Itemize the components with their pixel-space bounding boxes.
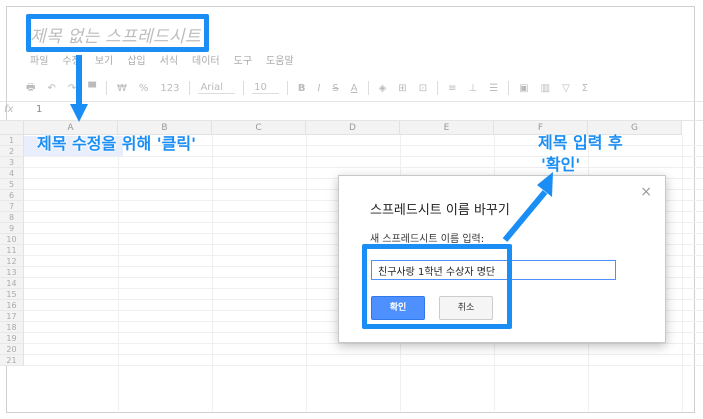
row-header[interactable]: 1 [0,135,24,146]
align-vertical-icon[interactable]: ⊥ [466,83,479,94]
row-header[interactable]: 19 [0,333,24,344]
toolbar-divider [243,81,245,95]
percent-button[interactable]: % [137,83,151,94]
fx-icon: fx [4,104,14,115]
annotation-confirm: '확인' [541,155,581,174]
row-header[interactable]: 8 [0,212,24,223]
functions-button[interactable]: Σ [580,83,590,94]
row-header[interactable]: 16 [0,300,24,311]
grid-row-line [24,343,703,344]
menu-help[interactable]: 도움말 [266,52,294,70]
row-header[interactable]: 7 [0,201,24,212]
annotation-enter-title: 제목 입력 후 [538,133,623,152]
row-header[interactable]: 5 [0,179,24,190]
row-header[interactable]: 12 [0,256,24,267]
toolbar: 🖶 ↶ ↷ ▀ ₩ % 123 Arial 10 B I S A ◈ ⊞ ⊡ ≡… [24,76,694,100]
merge-cells-icon[interactable]: ⊡ [417,83,429,94]
dialog-label: 새 스프레드시트 이름 입력: [370,234,485,245]
paint-format-icon[interactable]: ▀ [86,83,98,94]
grid-column-line [118,135,119,411]
print-icon[interactable]: 🖶 [24,80,37,97]
menu-tools[interactable]: 도구 [234,52,252,70]
number-format-button[interactable]: 123 [158,83,181,94]
toolbar-divider [508,81,510,95]
dialog-highlight-box [362,244,512,329]
grid-row-line [24,354,703,355]
font-select[interactable]: Arial [198,82,236,94]
row-header[interactable]: 14 [0,278,24,289]
undo-icon[interactable]: ↶ [45,83,57,94]
insert-chart-icon[interactable]: ▥ [539,83,552,94]
dialog-title: 스프레드시트 이름 바꾸기 [370,203,510,218]
row-header[interactable]: 18 [0,322,24,333]
column-header[interactable]: C [212,121,306,135]
strikethrough-button[interactable]: S [330,83,340,94]
formula-bar: fx 1 [0,101,703,121]
menu-insert[interactable]: 삽입 [127,52,145,70]
title-highlight-box [26,14,209,52]
grid-row-line [24,365,703,366]
menu-edit[interactable]: 수정 [62,52,80,70]
filter-icon[interactable]: ▽ [560,83,572,94]
toolbar-divider [105,81,107,95]
grid-row-line [24,167,703,168]
row-header[interactable]: 10 [0,234,24,245]
row-header[interactable]: 2 [0,146,24,157]
toolbar-divider [437,81,439,95]
toolbar-divider [367,81,369,95]
font-size-select[interactable]: 10 [252,82,279,94]
italic-button[interactable]: I [315,83,322,94]
row-header[interactable]: 17 [0,311,24,322]
column-header[interactable]: E [400,121,494,135]
menu-format[interactable]: 서식 [160,52,178,70]
grid-row-line [24,156,703,157]
bold-button[interactable]: B [296,83,308,94]
align-horizontal-icon[interactable]: ≡ [446,83,458,94]
row-header[interactable]: 20 [0,344,24,355]
row-header[interactable]: 4 [0,168,24,179]
menu-view[interactable]: 보기 [95,52,113,70]
annotation-click-title: 제목 수정을 위해 '클릭' [37,134,196,153]
toolbar-divider [286,81,288,95]
wrap-text-icon[interactable]: ☰ [487,83,500,94]
grid-column-line [212,135,213,411]
row-header[interactable]: 6 [0,190,24,201]
row-header[interactable]: 9 [0,223,24,234]
row-header[interactable]: 3 [0,157,24,168]
fill-color-icon[interactable]: ◈ [377,83,389,94]
column-header[interactable]: D [306,121,400,135]
formula-input[interactable]: 1 [36,104,42,115]
borders-icon[interactable]: ⊞ [396,83,408,94]
insert-comment-icon[interactable]: ▣ [517,83,530,94]
grid-corner[interactable] [0,121,24,135]
menu-data[interactable]: 데이터 [192,52,220,70]
redo-icon[interactable]: ↷ [66,83,78,94]
grid-column-line [682,135,683,411]
menu-file[interactable]: 파일 [30,52,48,70]
row-header[interactable]: 21 [0,355,24,366]
row-header[interactable]: 13 [0,267,24,278]
toolbar-divider [189,81,191,95]
row-header[interactable]: 11 [0,245,24,256]
row-header[interactable]: 15 [0,289,24,300]
grid-column-line [306,135,307,411]
menu-bar: 파일 수정 보기 삽입 서식 데이터 도구 도움말 [30,52,294,70]
text-color-button[interactable]: A [349,83,360,94]
close-icon[interactable]: × [640,184,652,200]
currency-button[interactable]: ₩ [115,83,129,94]
